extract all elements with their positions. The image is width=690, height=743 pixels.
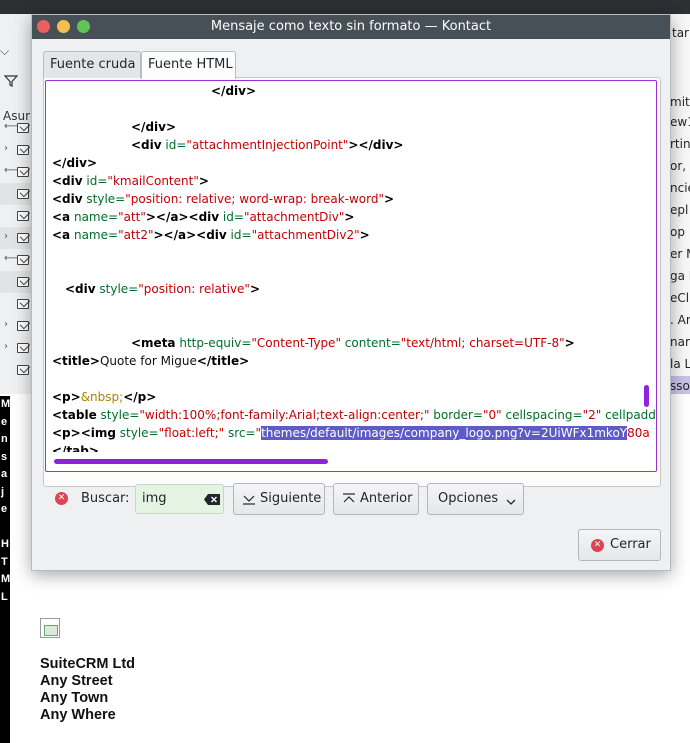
background-subject[interactable]: nar (670, 332, 690, 352)
background-subject[interactable]: la L (670, 354, 690, 374)
code-line: <title>Quote for Migue</title> (52, 354, 250, 368)
title-bar[interactable]: Mensaje como texto sin formato — Kontact (32, 15, 670, 39)
find-next-icon (242, 492, 256, 510)
chevron-down-icon (506, 495, 516, 510)
address-line: Any Street (40, 673, 113, 689)
code-line: </tab> (52, 444, 99, 452)
code-line: <a name="att"></a><div id="attachmentDiv… (52, 210, 355, 224)
close-find-bar-icon[interactable]: ✕ (55, 492, 68, 505)
window-title: Mensaje como texto sin formato — Kontact (210, 19, 492, 34)
code-line: </div> (211, 84, 257, 98)
code-line: <div id="attachmentInjectionPoint"></div… (131, 138, 404, 152)
find-previous-icon (342, 492, 356, 510)
thread-expand-icon[interactable]: › (0, 337, 32, 359)
vertical-scrollbar[interactable] (644, 385, 649, 407)
background-subject[interactable]: ew1 (670, 112, 690, 132)
close-button[interactable]: ✕ Cerrar (578, 529, 661, 561)
thread-expand-icon[interactable]: › (0, 139, 32, 161)
background-subject[interactable]: epl (670, 200, 690, 220)
address-line: SuiteCRM Ltd (40, 656, 136, 672)
find-options-button[interactable]: Opciones (427, 483, 524, 515)
search-match-highlight: themes/default/images/company_logo.png?v… (261, 426, 628, 440)
background-subject[interactable]: or, (670, 156, 690, 176)
reply-arrow-icon: ⟵ (0, 117, 32, 139)
reply-arrow-icon: ⟵ (0, 249, 32, 271)
address-line: Any Town (40, 690, 109, 706)
find-previous-button[interactable]: Anterior (333, 483, 419, 515)
code-line: <p>&nbsp;</p> (52, 390, 157, 404)
background-subject[interactable]: ga I (670, 266, 690, 286)
code-line: </div> (131, 120, 177, 134)
company-address: SuiteCRM Ltd Any Street Any Town Any Whe… (40, 656, 135, 724)
code-line: <p><img style="float:left;" src="themes/… (52, 426, 650, 440)
find-input-box[interactable] (135, 484, 224, 514)
code-line: </div> (52, 156, 98, 170)
mail-icon (0, 359, 32, 381)
background-subject[interactable]: er M (670, 244, 690, 264)
background-toolbar-text: tar (672, 26, 689, 40)
clear-text-icon[interactable] (204, 494, 220, 505)
mail-icon (0, 271, 32, 293)
background-top-bar (0, 0, 690, 14)
code-line: <meta http-equiv="Content-Type" content=… (131, 336, 575, 350)
background-subject[interactable]: ncie (670, 178, 690, 198)
code-line: <div style="position: relative; word-wra… (52, 192, 395, 206)
vertical-text-label: M e n s a j e H T M L (0, 396, 10, 743)
background-subject-selected[interactable]: sso (670, 376, 690, 394)
close-icon: ✕ (591, 539, 604, 552)
background-subject[interactable]: eCl (670, 288, 690, 308)
find-input[interactable] (142, 491, 200, 506)
chevron-down-icon[interactable]: ⌵ (0, 44, 9, 59)
code-line: <a name="att2"></a><div id="attachmentDi… (52, 228, 370, 242)
background-message-list-strip: ⌵ Asur ⟵ › ⟵ › ⟵ › › (0, 14, 32, 394)
source-dialog: Mensaje como texto sin formato — Kontact… (31, 14, 671, 571)
code-line: <div style="position: relative"> (65, 282, 261, 296)
mail-icon (0, 205, 32, 227)
background-subject[interactable]: mit (670, 92, 690, 112)
html-source-view[interactable]: </div> </div> <div id="attachmentInjecti… (45, 80, 657, 472)
horizontal-scrollbar[interactable] (54, 459, 328, 464)
background-subject[interactable]: op (670, 222, 690, 242)
background-subject[interactable]: . An (670, 310, 690, 330)
background-subject[interactable]: rtin (670, 134, 690, 154)
message-preview: SuiteCRM Ltd Any Street Any Town Any Whe… (40, 618, 135, 724)
code-line: <table style="width:100%;font-family:Ari… (52, 408, 656, 422)
thread-expand-icon[interactable]: › (0, 315, 32, 337)
find-next-button[interactable]: Siguiente (233, 483, 325, 515)
broken-image-icon (40, 618, 60, 638)
thread-expand-icon[interactable]: › (0, 227, 32, 249)
filter-icon[interactable] (3, 74, 19, 92)
mail-icon (0, 183, 32, 205)
background-subject-column: tar mit ew1 rtin or, ncie epl op er M ga… (670, 14, 690, 394)
address-line: Any Where (40, 707, 116, 723)
tab-html-source[interactable]: Fuente HTML (141, 51, 236, 79)
find-label: Buscar: (81, 491, 130, 506)
code-line: <div id="kmailContent"> (52, 174, 209, 188)
find-bar: ✕ Buscar: Siguiente Anterior Opciones (43, 483, 661, 517)
tab-raw-source[interactable]: Fuente cruda (43, 51, 141, 78)
reply-arrow-icon: ⟵ (0, 161, 32, 183)
mail-icon (0, 293, 32, 315)
